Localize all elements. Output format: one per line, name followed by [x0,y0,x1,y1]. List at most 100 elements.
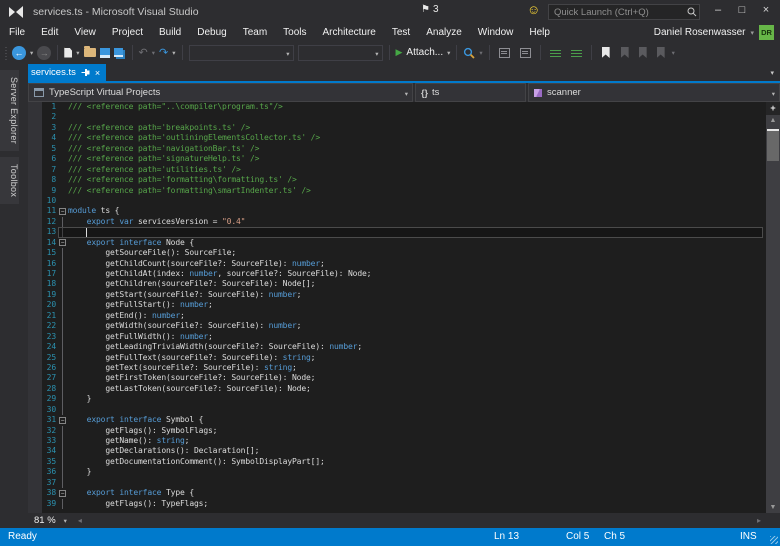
code-text[interactable]: getWidth(sourceFile?: SourceFile): numbe… [68,321,301,331]
code-text[interactable]: getFirstToken(sourceFile?: SourceFile): … [68,373,315,383]
glyph-margin[interactable] [28,290,42,300]
redo-button[interactable]: ↷ [157,43,170,63]
code-line[interactable]: 2 [28,112,766,122]
avatar[interactable]: DR [759,25,774,40]
code-line[interactable]: 3 /// <reference path='breakpoints.ts' /> [28,123,766,133]
code-line[interactable]: 23 getFullWidth(): number; [28,331,766,343]
code-text[interactable]: } [68,467,92,477]
menu-item-analyze[interactable]: Analyze [418,24,470,41]
glyph-margin[interactable] [28,415,42,425]
glyph-margin[interactable] [28,446,42,456]
side-tab-toolbox[interactable]: Toolbox [0,157,19,205]
code-line[interactable]: 25 getFullText(sourceFile?: SourceFile):… [28,352,766,363]
code-text[interactable]: export interface Symbol { [68,415,204,425]
menu-item-window[interactable]: Window [470,24,522,41]
glyph-margin[interactable] [28,457,42,467]
code-text[interactable]: getName(): string; [68,436,189,446]
glyph-margin[interactable] [28,206,42,216]
solution-platforms-combobox[interactable]: ▾ [297,44,383,61]
glyph-margin[interactable] [28,248,42,258]
glyph-margin[interactable] [28,238,42,248]
code-line[interactable]: 4 /// <reference path='outliningElementsC… [28,133,766,143]
code-line[interactable]: 21 getEnd(): number; [28,310,766,322]
code-line[interactable]: 10 [28,196,766,206]
increase-indent-button[interactable] [566,43,587,63]
code-text[interactable]: /// <reference path='outliningElementsCo… [68,133,320,143]
code-line[interactable]: 27 getFirstToken(sourceFile?: SourceFile… [28,373,766,384]
navigate-forward-button[interactable]: → [35,43,53,63]
quick-launch-input[interactable] [548,4,700,20]
menu-item-debug[interactable]: Debug [189,24,234,41]
code-line[interactable]: 18 getChildren(sourceFile?: SourceFile):… [28,279,766,290]
glyph-margin[interactable] [28,311,42,321]
code-text[interactable]: getChildCount(sourceFile?: SourceFile): … [68,259,324,269]
scroll-down-icon[interactable]: ▼ [766,502,780,513]
glyph-margin[interactable] [28,154,42,164]
code-line[interactable]: 36 } [28,467,766,478]
code-text[interactable]: getFullText(sourceFile?: SourceFile): st… [68,353,315,363]
code-line[interactable]: 31− export interface Symbol { [28,415,766,425]
clear-bookmarks-button[interactable] [652,43,670,63]
code-text[interactable]: getLastToken(sourceFile?: SourceFile): N… [68,384,310,394]
code-text[interactable]: /// <reference path='formatting\formatti… [68,175,297,185]
code-text[interactable]: /// <reference path='navigationBar.ts' /… [68,144,259,154]
code-text[interactable]: export interface Node { [68,238,194,248]
glyph-margin[interactable] [28,332,42,342]
code-line[interactable]: 5 /// <reference path='navigationBar.ts' … [28,144,766,154]
toolbar-overflow-caret-icon[interactable]: ▾ [670,49,677,57]
type-dropdown[interactable]: {} ts [415,83,526,102]
scroll-right-icon[interactable]: ▸ [754,516,764,525]
code-line[interactable]: 17 getChildAt(index: number, sourceFile?… [28,269,766,280]
find-in-files-button[interactable] [461,43,477,63]
code-line[interactable]: 39 getFlags(): TypeFlags; [28,498,766,510]
tab-services-ts[interactable]: services.ts × [25,64,107,81]
code-text[interactable]: getDeclarations(): Declaration[]; [68,446,259,456]
glyph-margin[interactable] [28,144,42,154]
code-line[interactable]: 30 [28,404,766,416]
glyph-margin[interactable] [28,353,42,363]
glyph-margin[interactable] [28,259,42,269]
code-line[interactable]: 9 /// <reference path='formatting\smartIn… [28,186,766,196]
user-name[interactable]: Daniel Rosenwasser [654,27,746,38]
code-text[interactable]: export var servicesVersion = "0.4" [68,217,246,227]
glyph-margin[interactable] [28,467,42,477]
menu-item-test[interactable]: Test [384,24,418,41]
back-dropdown-caret-icon[interactable]: ▾ [28,49,35,57]
feedback-smiley-icon[interactable]: ☺ [527,3,540,17]
decrease-indent-button[interactable] [545,43,566,63]
code-text[interactable]: /// <reference path='utilities.ts' /> [68,165,241,175]
code-text[interactable]: getFullStart(): number; [68,300,212,310]
glyph-margin[interactable] [28,269,42,279]
next-bookmark-button[interactable] [634,43,652,63]
glyph-margin[interactable] [28,426,42,436]
notifications-flag-icon[interactable]: ⚑ [421,4,430,15]
fold-toggle-icon[interactable]: − [59,239,66,247]
menu-item-architecture[interactable]: Architecture [315,24,384,41]
fold-toggle-icon[interactable]: − [59,416,66,424]
menu-item-file[interactable]: File [0,24,33,41]
code-line[interactable]: 37 [28,477,766,489]
code-line[interactable]: 24 getLeadingTriviaWidth(sourceFile?: So… [28,342,766,353]
glyph-margin[interactable] [28,363,42,373]
undo-button[interactable]: ↶ [137,43,150,63]
tab-close-icon[interactable]: × [95,68,100,78]
member-list-button[interactable] [494,43,515,63]
code-text[interactable]: } [68,394,92,404]
glyph-margin[interactable] [28,123,42,133]
menu-item-view[interactable]: View [66,24,104,41]
code-line[interactable]: 20 getFullStart(): number; [28,300,766,311]
code-text[interactable]: getFullWidth(): number; [68,332,212,342]
code-line[interactable]: 29 } [28,394,766,405]
code-line[interactable]: 16 getChildCount(sourceFile?: SourceFile… [28,258,766,269]
new-file-button[interactable] [62,43,74,63]
vertical-scrollbar-thumb[interactable] [767,129,779,161]
pin-icon[interactable] [81,68,90,77]
code-text[interactable]: /// <reference path='signatureHelp.ts' /… [68,154,259,164]
project-dropdown[interactable]: TypeScript Virtual Projects ▾ [28,83,413,102]
code-line[interactable]: 8 /// <reference path='formatting\formatt… [28,175,766,185]
notification-count[interactable]: 3 [433,4,439,15]
menu-item-edit[interactable]: Edit [33,24,66,41]
glyph-margin[interactable] [28,186,42,196]
horizontal-scrollbar[interactable]: 81 % ▾ ◂ ▸ [28,513,766,528]
toolbar-grip[interactable] [2,45,10,60]
